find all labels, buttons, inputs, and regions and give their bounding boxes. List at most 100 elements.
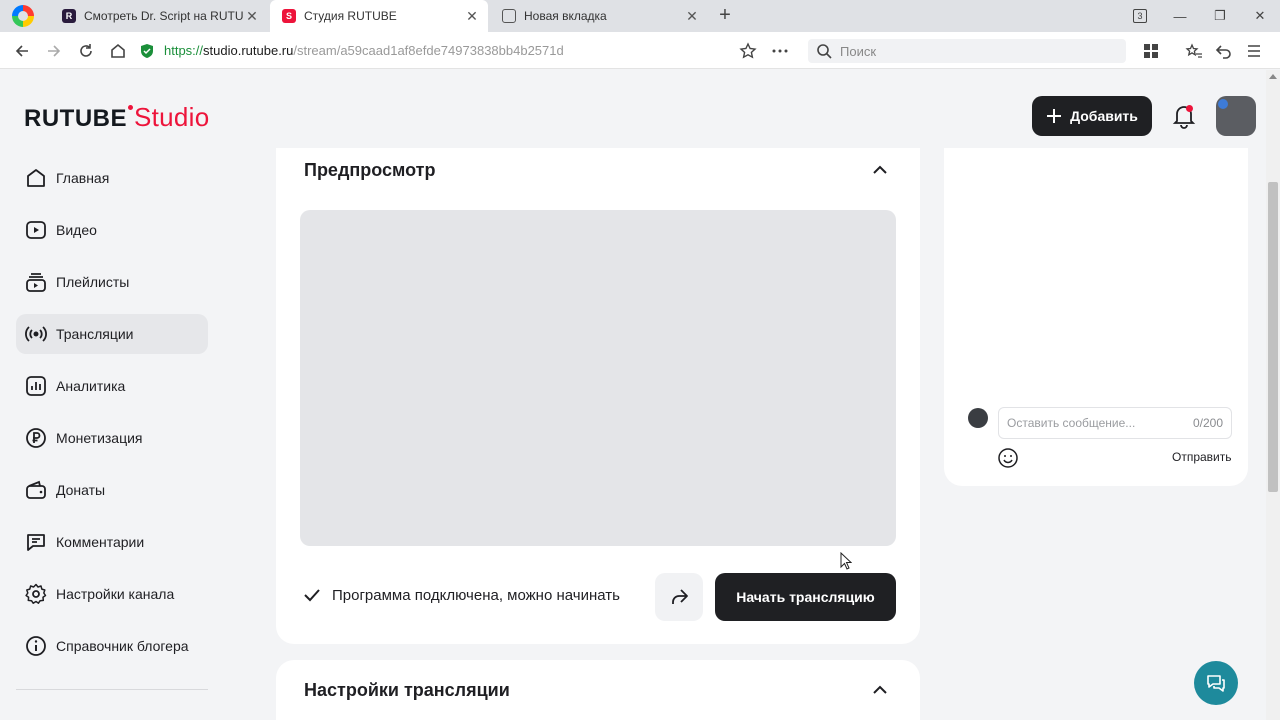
sidebar-item-monetization[interactable]: Монетизация (16, 418, 208, 458)
stream-preview-player[interactable] (300, 210, 896, 546)
menu-hamburger-icon[interactable] (1241, 38, 1267, 64)
broadcast-settings-card: Настройки трансляции (276, 660, 920, 720)
checkmark-icon (304, 589, 320, 602)
history-undo-icon[interactable] (1211, 38, 1237, 64)
sidebar-item-video[interactable]: Видео (16, 210, 208, 250)
tab-count: 3 (1133, 9, 1147, 23)
sidebar-divider (16, 689, 208, 690)
sidebar-item-comments[interactable]: Комментарии (16, 522, 208, 562)
tab-close-icon[interactable]: ✕ (244, 8, 260, 25)
chevron-up-icon[interactable] (870, 160, 890, 180)
forward-arrow-icon[interactable] (41, 38, 67, 64)
playlist-icon (26, 273, 46, 292)
ruble-icon (26, 428, 46, 448)
rutube-studio-logo[interactable]: RUTUBE Studio (24, 102, 210, 132)
chat-placeholder: Оставить сообщение... (1007, 416, 1136, 430)
chat-card: Оставить сообщение... 0/200 Отправить (944, 148, 1248, 486)
more-dots-icon[interactable] (767, 38, 793, 64)
sidebar-item-label: Главная (56, 170, 110, 186)
browser-tab-watch[interactable]: R Смотреть Dr. Script на RUTUBE ✕ (50, 0, 268, 32)
wallet-icon (26, 480, 46, 499)
secure-shield-icon (141, 43, 153, 58)
sidebar-item-analytics[interactable]: Аналитика (16, 366, 208, 406)
user-avatar[interactable] (1216, 96, 1256, 136)
rutube-studio-favicon-icon: S (282, 9, 296, 23)
bookmark-star-icon[interactable] (735, 38, 761, 64)
comment-icon (27, 534, 45, 551)
chat-char-counter: 0/200 (1192, 416, 1223, 430)
sidebar-item-broadcasts[interactable]: Трансляции (16, 314, 208, 354)
preview-title: Предпросмотр (304, 160, 436, 180)
share-arrow-icon (672, 589, 688, 604)
plus-icon (1047, 109, 1062, 123)
mouse-cursor-icon (840, 552, 852, 570)
sidebar-item-donations[interactable]: Донаты (16, 470, 208, 510)
window-close-icon[interactable]: ✕ (1240, 0, 1280, 32)
analytics-icon (26, 376, 46, 396)
sidebar-item-label: Настройки канала (56, 586, 175, 602)
sidebar-item-label: Плейлисты (56, 274, 130, 290)
browser-search-input[interactable]: Поиск (808, 39, 1126, 63)
logo-product: Studio (134, 102, 210, 132)
minimize-icon[interactable]: — (1160, 0, 1200, 32)
stream-status: Программа подключена, можно начинать (302, 585, 620, 605)
sidebar-nav: Главная Видео Плейлисты Трансляции Анали… (16, 158, 208, 678)
stream-status-text: Программа подключена, можно начинать (332, 586, 620, 604)
add-button-label: Добавить (1070, 108, 1138, 124)
sidebar-item-label: Справочник блогера (56, 638, 189, 654)
scrollbar-thumb[interactable] (1268, 182, 1278, 492)
sidebar-item-channel-settings[interactable]: Настройки канала (16, 574, 208, 614)
sidebar-item-label: Донаты (56, 482, 106, 498)
restore-icon[interactable]: ❐ (1200, 0, 1240, 32)
favorites-icon[interactable] (1181, 38, 1207, 64)
sidebar-item-home[interactable]: Главная (16, 158, 208, 198)
tab-title: Новая вкладка (524, 9, 607, 23)
sidebar-item-playlists[interactable]: Плейлисты (16, 262, 208, 302)
logo-dot (128, 105, 133, 110)
browser-tab-bar: R Смотреть Dr. Script на RUTUBE ✕ S Студ… (0, 0, 1280, 32)
share-button[interactable] (655, 573, 703, 621)
reload-icon[interactable] (73, 38, 99, 64)
browser-tab-studio[interactable]: S Студия RUTUBE ✕ (270, 0, 488, 32)
page-scrollbar[interactable] (1266, 70, 1280, 720)
tab-count-button[interactable]: 3 (1120, 0, 1160, 32)
scroll-up-arrow-icon[interactable] (1269, 74, 1277, 79)
gear-icon (25, 583, 47, 604)
back-arrow-icon[interactable] (9, 38, 35, 64)
new-tab-plus-icon[interactable]: + (714, 4, 736, 26)
start-broadcast-button[interactable]: Начать трансляцию (715, 573, 896, 621)
rutube-favicon-icon: R (62, 9, 76, 23)
tab-close-icon[interactable]: ✕ (464, 8, 480, 25)
chevron-up-icon[interactable] (870, 680, 890, 700)
tab-title: Студия RUTUBE (304, 9, 397, 23)
extensions-grid-icon[interactable] (1138, 38, 1164, 64)
browser-tab-new[interactable]: Новая вкладка ✕ (490, 0, 708, 32)
emoji-smile-icon[interactable] (997, 447, 1019, 469)
chat-send-button[interactable]: Отправить (1172, 450, 1232, 464)
support-chat-button[interactable] (1194, 661, 1238, 705)
home-icon (27, 169, 45, 187)
address-bar[interactable]: https://studio.rutube.ru/stream/a59caad1… (140, 37, 800, 64)
broadcast-icon (25, 326, 47, 342)
chat-message-input[interactable]: Оставить сообщение... 0/200 (998, 407, 1232, 439)
new-tab-favicon-icon (502, 9, 516, 23)
sidebar-item-blogger-guide[interactable]: Справочник блогера (16, 626, 208, 666)
avatar-decoration (1218, 99, 1228, 109)
search-icon (817, 44, 832, 59)
add-button[interactable]: Добавить (1032, 96, 1152, 136)
url-host: studio.rutube.ru (203, 43, 294, 58)
video-icon (26, 221, 46, 239)
tab-title: Смотреть Dr. Script на RUTUBE (84, 9, 244, 23)
browser-logo-icon[interactable] (12, 5, 34, 27)
browser-toolbar: https://studio.rutube.ru/stream/a59caad1… (0, 32, 1280, 69)
sidebar-item-label: Трансляции (56, 326, 134, 342)
sidebar-item-label: Видео (56, 222, 97, 238)
chat-user-avatar (968, 408, 988, 428)
studio-page: RUTUBE Studio Добавить Главная Видео Пле… (0, 70, 1266, 720)
notifications-bell-icon[interactable] (1170, 102, 1198, 130)
support-chat-icon (1207, 675, 1225, 692)
tab-close-icon[interactable]: ✕ (684, 8, 700, 25)
sidebar-item-label: Монетизация (56, 430, 143, 446)
broadcast-settings-title: Настройки трансляции (304, 680, 510, 700)
home-page-icon[interactable] (105, 38, 131, 64)
